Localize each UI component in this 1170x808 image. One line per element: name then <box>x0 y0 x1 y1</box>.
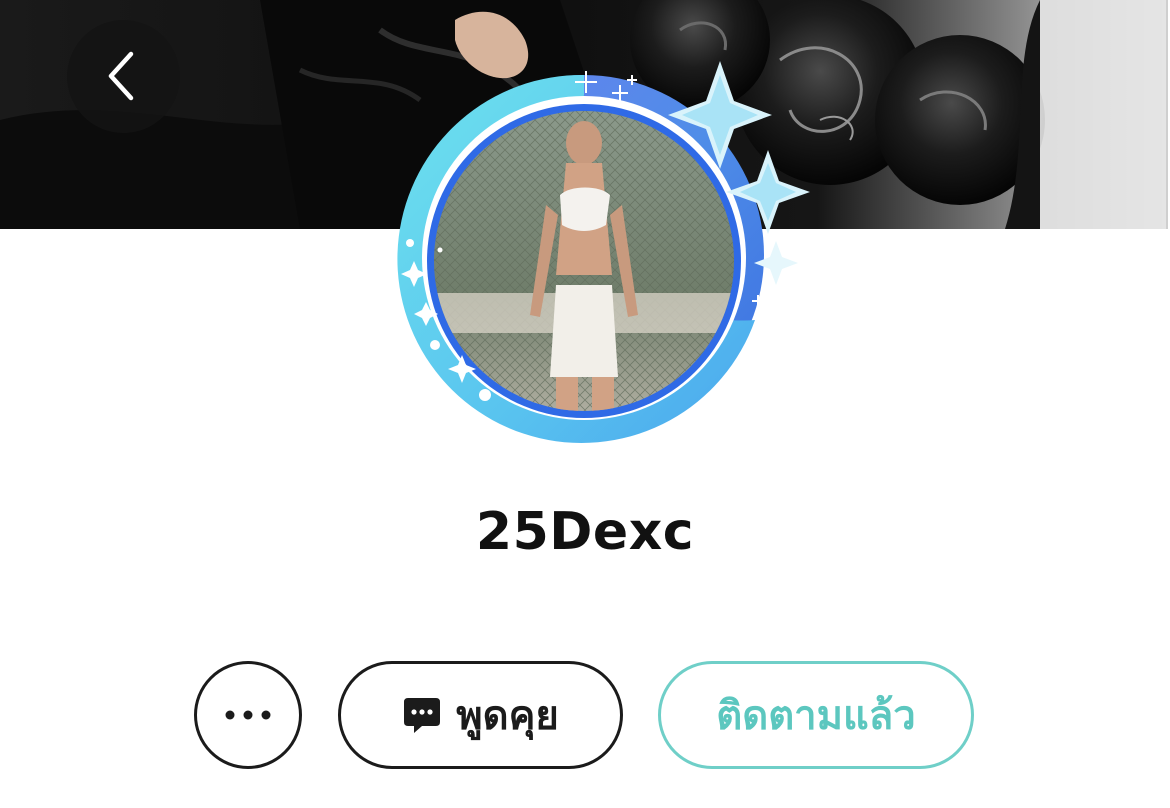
username: 25Dexc <box>475 502 695 562</box>
more-options-button[interactable] <box>194 661 302 769</box>
following-button-label: ติดตามแล้ว <box>716 693 916 739</box>
cover-divider <box>1166 0 1168 229</box>
avatar[interactable] <box>380 55 820 465</box>
back-button[interactable] <box>67 20 180 133</box>
chat-button[interactable]: พูดคุย <box>338 661 623 769</box>
chat-button-label: พูดคุย <box>456 693 559 739</box>
chat-bubble-icon <box>402 695 442 735</box>
profile-page: 25Dexc พูดคุย ติดตามแล้ว <box>0 0 1170 808</box>
following-button[interactable]: ติดตามแล้ว <box>658 661 974 769</box>
